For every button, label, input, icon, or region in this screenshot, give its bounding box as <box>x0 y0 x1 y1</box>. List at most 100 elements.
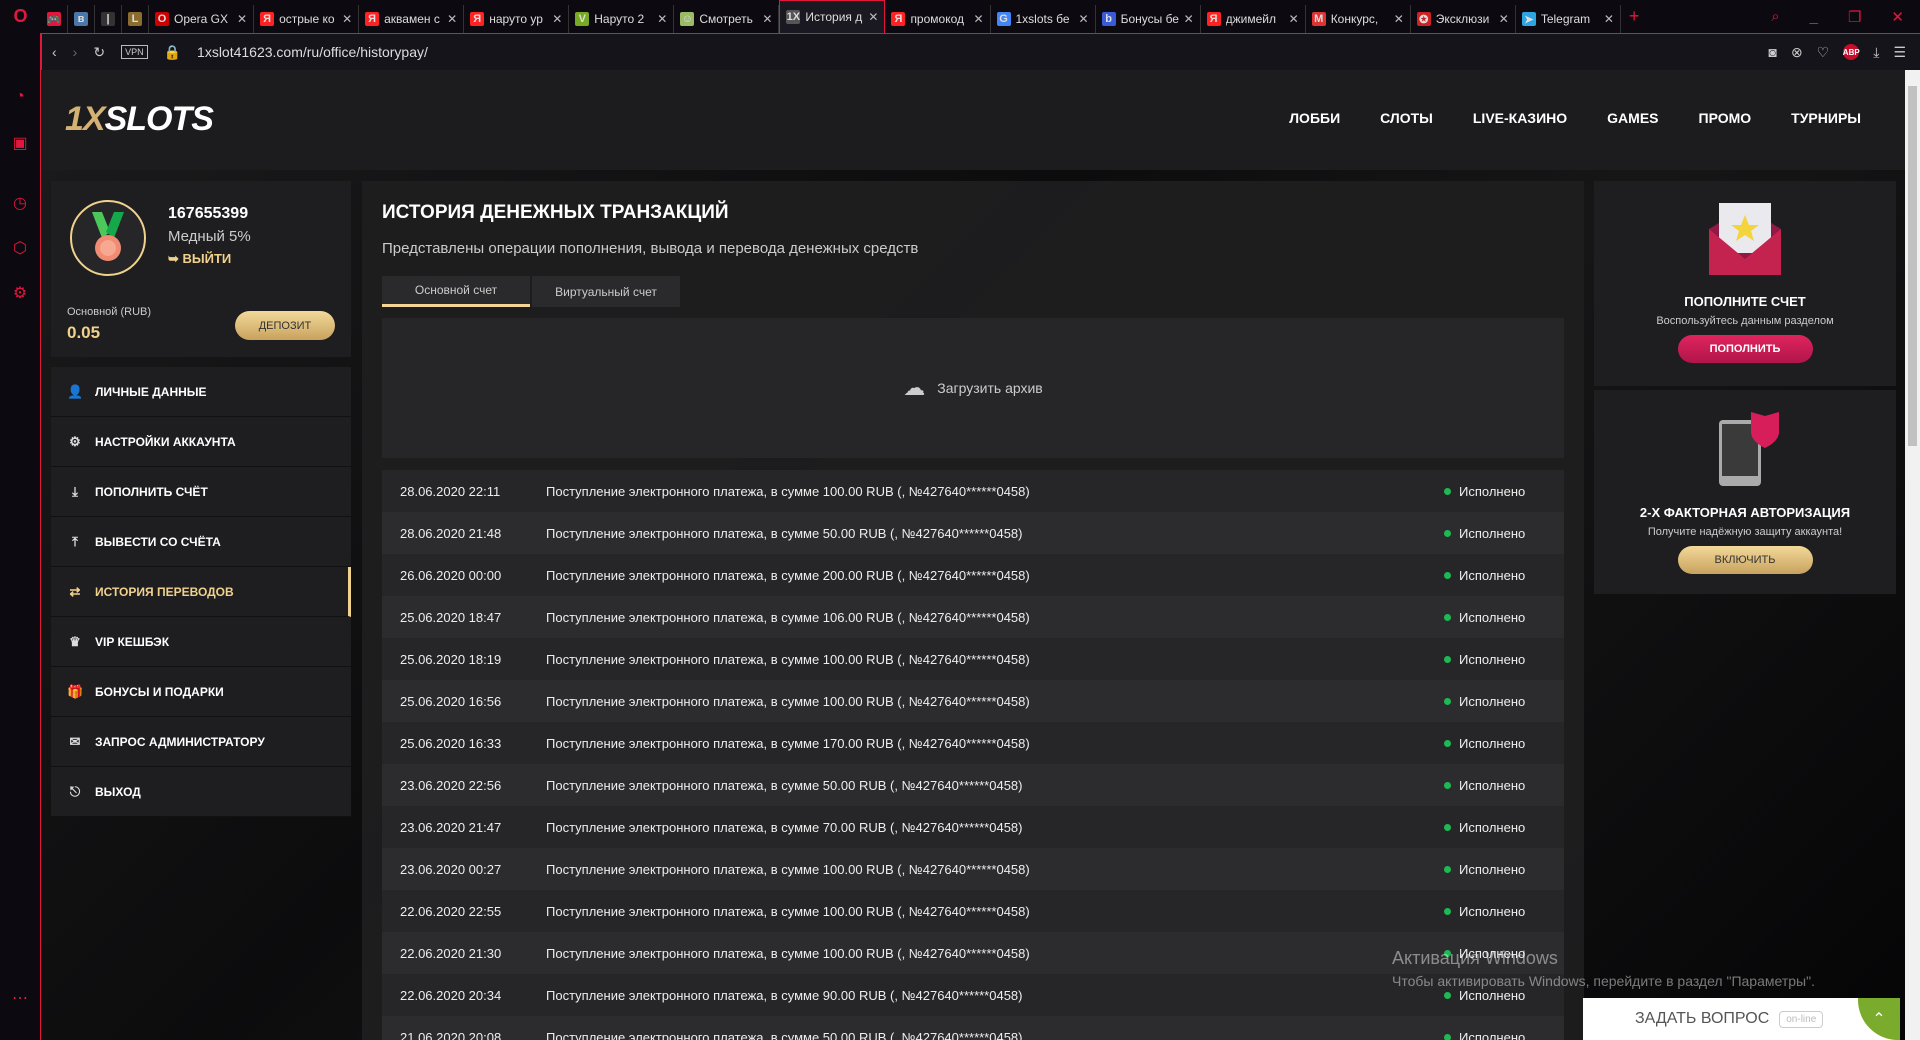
status-dot-icon <box>1444 781 1451 789</box>
status-label: Исполнено <box>1459 609 1526 625</box>
tab-main-account[interactable]: Основной счет <box>382 276 530 307</box>
browser-tab[interactable]: ➤ Telegram ✕ <box>1516 5 1621 33</box>
close-tab-icon[interactable]: ✕ <box>1289 12 1299 26</box>
tab-title: Наруто 2 <box>594 12 645 26</box>
download-archive-button[interactable]: ☁ Загрузить архив <box>382 318 1564 458</box>
tab-title: промокод <box>910 12 965 26</box>
new-tab-button[interactable]: + <box>1629 6 1640 27</box>
windows-activation-text: Чтобы активировать Windows, перейдите в … <box>1392 973 1815 989</box>
reload-button[interactable]: ↻ <box>93 44 105 61</box>
profile-card: 167655399 Медный 5% ➥ ВЫЙТИ Основной (RU… <box>51 181 351 357</box>
menu-item[interactable]: ⎋ ВЫХОД <box>51 767 351 817</box>
menu-item[interactable]: ⇄ ИСТОРИЯ ПЕРЕВОДОВ <box>51 567 351 617</box>
nav-item[interactable]: СЛОТЫ <box>1380 110 1433 126</box>
browser-tab[interactable]: Янаруто ур ✕ <box>464 5 570 33</box>
top-up-button[interactable]: ПОПОЛНИТЬ <box>1677 335 1813 363</box>
table-row: 23.06.2020 00:27 Поступление электронного… <box>382 848 1564 890</box>
table-row: 28.06.2020 22:11 Поступление электронного… <box>382 470 1564 512</box>
status-dot-icon <box>1444 1033 1451 1040</box>
settings-gear-icon[interactable]: ⚙ <box>10 283 30 303</box>
browser-tab[interactable]: Яострые ко ✕ <box>254 5 360 33</box>
minimize-button[interactable]: _ <box>1810 8 1818 26</box>
close-tab-icon[interactable]: ✕ <box>1394 12 1404 26</box>
browser-tab[interactable]: Яаквамен с ✕ <box>359 5 465 33</box>
browser-tab[interactable]: | <box>95 5 122 33</box>
menu-item[interactable]: 👤 ЛИЧНЫЕ ДАННЫЕ <box>51 367 351 417</box>
browser-tab[interactable]: b Бонусы бе ✕ <box>1096 5 1201 33</box>
speedometer-icon[interactable]: ◔ <box>10 88 30 108</box>
browser-tab[interactable]: Япромокод ✕ <box>885 5 991 33</box>
opera-logo-icon[interactable]: O <box>0 0 41 33</box>
nav-item[interactable]: ПРОМО <box>1699 110 1752 126</box>
gears-icon: ⚙ <box>69 433 81 449</box>
search-tabs-icon[interactable]: ⌕ <box>1771 8 1779 26</box>
browser-tab[interactable]: Яджимейл ✕ <box>1201 5 1306 33</box>
menu-item[interactable]: ⤒ ВЫВЕСТИ СО СЧЁТА <box>51 517 351 567</box>
camera-icon[interactable]: ◙ <box>1768 44 1776 60</box>
nav-item[interactable]: LIVE-КАЗИНО <box>1473 110 1567 126</box>
menu-item[interactable]: ⚙ НАСТРОЙКИ АККАУНТА <box>51 417 351 467</box>
close-tab-icon[interactable]: ✕ <box>868 10 878 24</box>
menu-item[interactable]: ⤓ ПОПОЛНИТЬ СЧЁТ <box>51 467 351 517</box>
browser-tab[interactable]: ☺ Смотреть ✕ <box>674 5 780 33</box>
close-tab-icon[interactable]: ✕ <box>552 12 562 26</box>
close-tab-icon[interactable]: ✕ <box>1079 12 1089 26</box>
close-tab-icon[interactable]: ✕ <box>342 12 352 26</box>
close-tab-icon[interactable]: ✕ <box>447 12 457 26</box>
tab-title: 1xslots бе <box>1015 12 1070 26</box>
url-input[interactable]: 1xslot41623.com/ru/office/historypay/ <box>197 44 428 60</box>
menu-item[interactable]: 🎁 БОНУСЫ И ПОДАРКИ <box>51 667 351 717</box>
shield-x-icon[interactable]: ⊗ <box>1791 44 1803 61</box>
vpn-badge[interactable]: VPN <box>121 45 148 59</box>
download-icon[interactable]: ⤓ <box>1873 44 1879 61</box>
browser-tab[interactable]: L <box>122 5 149 33</box>
back-button[interactable]: ‹ <box>52 44 57 60</box>
menu-item[interactable]: ♛ VIP КЕШБЭК <box>51 617 351 667</box>
logout-link[interactable]: ➥ ВЫЙТИ <box>168 251 231 267</box>
status-label: Исполнено <box>1459 903 1526 919</box>
twitch-icon[interactable]: ▣ <box>10 133 30 153</box>
yandex-icon: Я <box>365 12 380 26</box>
page-scrollbar[interactable] <box>1905 70 1920 1040</box>
close-tab-icon[interactable]: ✕ <box>973 12 983 26</box>
browser-tab[interactable]: V Наруто 2 ✕ <box>569 5 675 33</box>
ask-question-label: ЗАДАТЬ ВОПРОС <box>1635 1010 1770 1027</box>
close-tab-icon[interactable]: ✕ <box>237 12 247 26</box>
heart-icon[interactable]: ♡ <box>1817 44 1830 61</box>
browser-tab[interactable]: 1X История д ✕ <box>779 0 886 33</box>
easy-setup-icon[interactable]: ☰ <box>1893 44 1906 61</box>
close-tab-icon[interactable]: ✕ <box>762 12 772 26</box>
maximize-button[interactable]: ❐ <box>1848 8 1861 26</box>
nav-item[interactable]: ТУРНИРЫ <box>1791 110 1861 126</box>
browser-tab[interactable]: G 1xslots бе ✕ <box>991 5 1096 33</box>
ask-question-widget[interactable]: ЗАДАТЬ ВОПРОС on-line ⌃ <box>1583 998 1900 1040</box>
browser-tab[interactable]: O Opera GX ✕ <box>149 5 255 33</box>
row-date: 25.06.2020 16:33 <box>400 735 502 751</box>
more-icon[interactable]: ⋯ <box>10 988 30 1008</box>
site-logo[interactable]: 1XSLOTS <box>65 100 214 139</box>
logout-label: ВЫЙТИ <box>182 251 232 266</box>
browser-tab[interactable]: в <box>68 5 95 33</box>
nav-item[interactable]: ЛОББИ <box>1289 110 1340 126</box>
close-tab-icon[interactable]: ✕ <box>1184 12 1194 26</box>
deposit-button[interactable]: ДЕПОЗИТ <box>235 311 335 340</box>
menu-item[interactable]: ✉ ЗАПРОС АДМИНИСТРАТОРУ <box>51 717 351 767</box>
medal-icon <box>70 200 146 276</box>
close-tab-icon[interactable]: ✕ <box>657 12 667 26</box>
scrollbar-thumb[interactable] <box>1908 86 1917 446</box>
adblock-icon[interactable]: ABP <box>1843 44 1860 60</box>
cube-icon[interactable]: ⬡ <box>10 238 30 258</box>
close-tab-icon[interactable]: ✕ <box>1604 12 1614 26</box>
forward-button[interactable]: › <box>73 44 78 60</box>
close-window-button[interactable]: ✕ <box>1891 8 1904 26</box>
enable-2fa-button[interactable]: ВКЛЮЧИТЬ <box>1677 546 1813 574</box>
browser-tab[interactable]: 🎮 <box>41 5 68 33</box>
tab-virtual-account[interactable]: Виртуальный счет <box>532 276 680 307</box>
close-tab-icon[interactable]: ✕ <box>1499 12 1509 26</box>
scroll-up-button[interactable]: ⌃ <box>1858 998 1900 1040</box>
nav-item[interactable]: GAMES <box>1607 110 1658 126</box>
browser-tab[interactable]: ✪ Эксклюзи ✕ <box>1411 5 1516 33</box>
row-status: Исполнено <box>1444 736 1564 751</box>
browser-tab[interactable]: M Конкурс, ✕ <box>1306 5 1411 33</box>
history-clock-icon[interactable]: ◷ <box>10 193 30 213</box>
